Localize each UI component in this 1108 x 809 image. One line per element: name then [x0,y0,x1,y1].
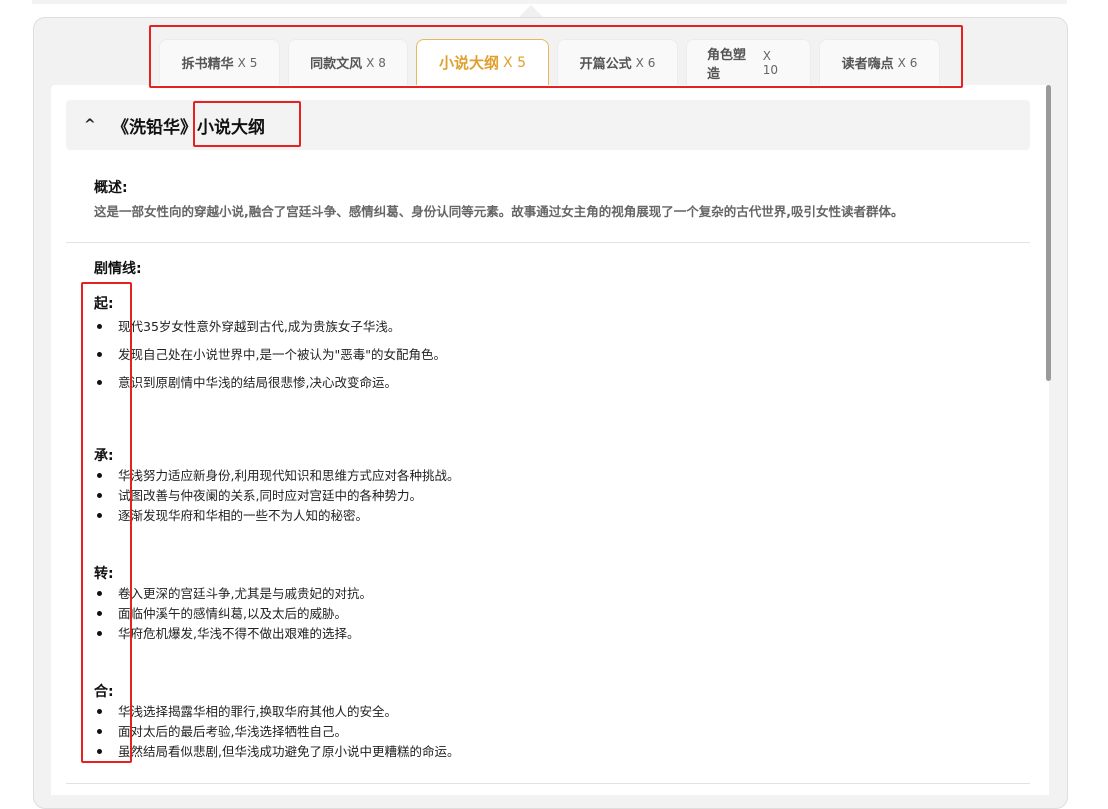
tab-count: X 6 [897,55,918,70]
list-item: 卷入更深的宫廷斗争,尤其是与戚贵妃的对抗。 [95,584,372,604]
tab-opening-formula[interactable]: 开篇公式 X 6 [557,39,678,85]
tab-label: 拆书精华 [181,57,234,72]
list-item: 华浅选择揭露华相的罪行,换取华府其他人的安全。 [95,702,459,722]
tab-count: X 10 [762,48,779,77]
tab-reader-highlights[interactable]: 读者嗨点 X 6 [819,39,940,85]
section-divider [66,242,1030,243]
stage-label-qi: 起: [94,296,114,312]
popover-caret [519,5,543,17]
list-item: 华府危机爆发,华浅不得不做出艰难的选择。 [95,624,372,644]
stage-label-he: 合: [94,684,114,700]
outline-section-header[interactable]: ^ 《洗铅华》小说大纲 [66,100,1030,150]
section-title-suffix: 小说大纲 [197,117,265,138]
stage-list-zhuan: 卷入更深的宫廷斗争,尤其是与戚贵妃的对抗。 面临仲溪午的感情纠葛,以及太后的威胁… [95,584,372,644]
stage-list-cheng: 华浅努力适应新身份,利用现代知识和思维方式应对各种挑战。 试图改善与仲夜阑的关系… [95,466,459,526]
tab-count: X 6 [635,55,656,70]
tab-count: X 5 [237,55,258,70]
section-divider [66,783,1030,784]
list-item: 虽然结局看似悲剧,但华浅成功避免了原小说中更糟糕的命运。 [95,742,459,762]
tab-label: 小说大纲 [439,54,500,72]
list-item: 现代35岁女性意外穿越到古代,成为贵族女子华浅。 [95,313,446,341]
stage-label-cheng: 承: [94,448,114,464]
list-item: 发现自己处在小说世界中,是一个被认为"恶毒"的女配角色。 [95,341,446,369]
tab-same-style[interactable]: 同款文风 X 8 [288,39,408,85]
tab-book-essence[interactable]: 拆书精华 X 5 [159,39,280,85]
tab-label: 角色塑造 [707,47,747,82]
tab-character-building[interactable]: 角色塑造 X 10 [686,39,811,85]
top-strip [32,0,1067,4]
content-card [51,85,1049,795]
tab-label: 读者嗨点 [841,57,894,72]
list-item: 试图改善与仲夜阑的关系,同时应对宫廷中的各种势力。 [95,486,459,506]
tab-label: 开篇公式 [579,57,632,72]
scrollbar-thumb[interactable] [1046,85,1051,381]
tab-label: 同款文风 [310,57,363,72]
list-item: 面临仲溪午的感情纠葛,以及太后的威胁。 [95,604,372,624]
tab-count: X 5 [503,54,526,71]
stage-list-qi: 现代35岁女性意外穿越到古代,成为贵族女子华浅。 发现自己处在小说世界中,是一个… [95,313,446,397]
tab-count: X 8 [366,55,386,70]
section-title: 《洗铅华》小说大纲 [112,113,265,138]
list-item: 面对太后的最后考验,华浅选择牺牲自己。 [95,722,459,742]
tab-bar: 拆书精华 X 5 同款文风 X 8 小说大纲 X 5 开篇公式 X 6 角色塑造… [159,39,940,85]
stage-label-zhuan: 转: [94,566,114,582]
list-item: 逐渐发现华府和华相的一些不为人知的秘密。 [95,506,459,526]
list-item: 华浅努力适应新身份,利用现代知识和思维方式应对各种挑战。 [95,466,459,486]
collapse-caret-icon[interactable]: ^ [84,117,98,133]
overview-label: 概述: [94,180,128,196]
overview-text: 这是一部女性向的穿越小说,融合了宫廷斗争、感情纠葛、身份认同等元素。故事通过女主… [94,204,904,219]
tab-novel-outline[interactable]: 小说大纲 X 5 [416,39,549,85]
plot-label: 剧情线: [94,261,142,277]
book-title: 《洗铅华》 [112,117,197,138]
list-item: 意识到原剧情中华浅的结局很悲惨,决心改变命运。 [95,369,446,397]
stage-list-he: 华浅选择揭露华相的罪行,换取华府其他人的安全。 面对太后的最后考验,华浅选择牺牲… [95,702,459,762]
